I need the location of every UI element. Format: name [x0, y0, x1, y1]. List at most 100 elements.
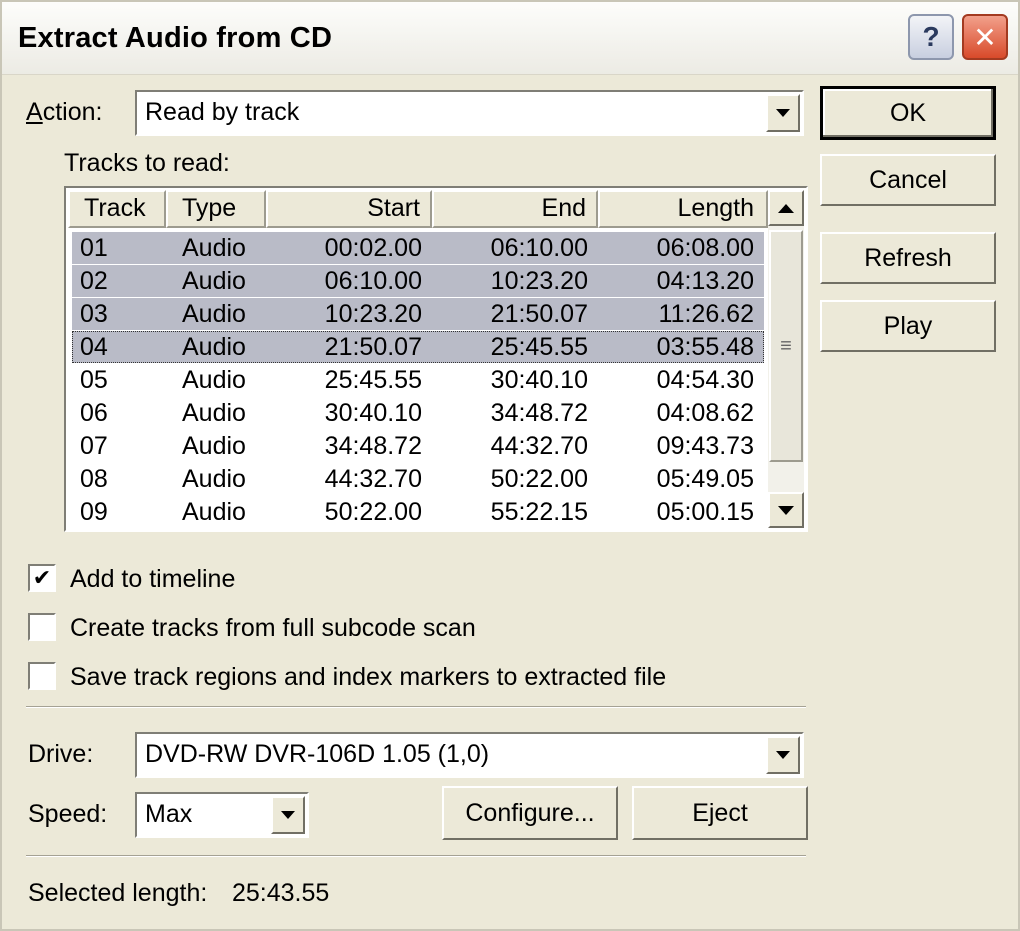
track-start: 06:10.00 — [324, 267, 422, 295]
scroll-down-button[interactable] — [768, 492, 804, 528]
track-type: Audio — [182, 234, 246, 262]
save-regions-checkbox[interactable] — [28, 662, 56, 690]
create-tracks-checkbox[interactable] — [28, 613, 56, 641]
drive-value: DVD-RW DVR-106D 1.05 (1,0) — [145, 740, 490, 768]
chevron-down-icon — [281, 811, 295, 819]
column-header-type[interactable]: Type — [166, 190, 266, 228]
track-start: 21:50.07 — [324, 333, 422, 361]
chevron-down-icon — [778, 505, 794, 515]
track-type: Audio — [182, 366, 246, 394]
track-end: 25:45.55 — [490, 333, 588, 361]
track-number: 07 — [80, 432, 108, 460]
column-header-start[interactable]: Start — [266, 190, 432, 228]
table-row[interactable]: 02 Audio 06:10.00 10:23.20 04:13.20 — [72, 265, 764, 297]
help-icon: ? — [922, 21, 940, 52]
action-value: Read by track — [145, 98, 300, 126]
track-length: 04:13.20 — [656, 267, 754, 295]
scroll-up-button[interactable] — [768, 190, 804, 226]
track-type: Audio — [182, 300, 246, 328]
help-button[interactable]: ? — [908, 14, 954, 60]
track-length: 05:49.05 — [656, 465, 754, 493]
tracks-to-read-label: Tracks to read: — [64, 149, 230, 177]
table-row[interactable]: 09 Audio 50:22.00 55:22.15 05:00.15 — [72, 496, 764, 528]
track-start: 44:32.70 — [324, 465, 422, 493]
track-number: 01 — [80, 234, 108, 262]
speed-combo[interactable]: Max — [135, 792, 309, 838]
table-row[interactable]: 04 Audio 21:50.07 25:45.55 03:55.48 — [72, 331, 764, 363]
close-button[interactable]: ✕ — [962, 14, 1008, 60]
refresh-button[interactable]: Refresh — [820, 232, 996, 284]
eject-button[interactable]: Eject — [632, 786, 808, 840]
scroll-thumb[interactable]: ≡ — [769, 230, 803, 462]
track-type: Audio — [182, 432, 246, 460]
create-tracks-label[interactable]: Create tracks from full subcode scan — [70, 614, 476, 643]
drive-combo[interactable]: DVD-RW DVR-106D 1.05 (1,0) — [135, 732, 804, 778]
action-label: Action: — [26, 98, 102, 127]
track-start: 25:45.55 — [324, 366, 422, 394]
play-button[interactable]: Play — [820, 300, 996, 352]
tracks-scrollbar[interactable]: ≡ — [768, 190, 804, 528]
selected-length-label: Selected length: — [28, 879, 208, 907]
table-row[interactable]: 08 Audio 44:32.70 50:22.00 05:49.05 — [72, 463, 764, 495]
track-length: 04:08.62 — [656, 399, 754, 427]
action-dropdown-button[interactable] — [766, 94, 800, 132]
table-row[interactable]: 05 Audio 25:45.55 30:40.10 04:54.30 — [72, 364, 764, 396]
chevron-up-icon — [778, 203, 794, 213]
track-start: 00:02.00 — [324, 234, 422, 262]
track-type: Audio — [182, 465, 246, 493]
table-row[interactable]: 03 Audio 10:23.20 21:50.07 11:26.62 — [72, 298, 764, 330]
track-type: Audio — [182, 399, 246, 427]
grip-icon: ≡ — [780, 334, 792, 357]
track-start: 50:22.00 — [324, 498, 422, 526]
track-number: 08 — [80, 465, 108, 493]
separator — [26, 855, 806, 857]
table-row[interactable]: 06 Audio 30:40.10 34:48.72 04:08.62 — [72, 397, 764, 429]
cancel-button[interactable]: Cancel — [820, 154, 996, 206]
tracks-list[interactable]: Track Type Start End Length 01 Audio 00:… — [64, 186, 808, 532]
close-icon: ✕ — [973, 21, 997, 53]
ok-button[interactable]: OK — [820, 86, 996, 140]
track-end: 34:48.72 — [490, 399, 588, 427]
save-regions-label[interactable]: Save track regions and index markers to … — [70, 663, 666, 692]
track-number: 03 — [80, 300, 108, 328]
action-label-mnemonic: A — [26, 98, 43, 126]
track-number: 04 — [80, 333, 108, 361]
checkmark-icon: ✔ — [32, 565, 52, 590]
track-length: 11:26.62 — [658, 300, 754, 328]
column-header-track[interactable]: Track — [68, 190, 166, 228]
track-length: 03:55.48 — [656, 333, 754, 361]
track-end: 50:22.00 — [490, 465, 588, 493]
track-end: 44:32.70 — [490, 432, 588, 460]
chevron-down-icon — [776, 751, 790, 759]
table-row[interactable]: 07 Audio 34:48.72 44:32.70 09:43.73 — [72, 430, 764, 462]
column-header-end[interactable]: End — [432, 190, 598, 228]
separator — [26, 706, 806, 708]
action-label-rest: ction: — [42, 98, 103, 126]
track-start: 34:48.72 — [324, 432, 422, 460]
table-row[interactable]: 01 Audio 00:02.00 06:10.00 06:08.00 — [72, 232, 764, 264]
configure-button[interactable]: Configure... — [442, 786, 618, 840]
speed-value: Max — [145, 800, 193, 828]
track-number: 09 — [80, 498, 108, 526]
track-end: 21:50.07 — [490, 300, 588, 328]
dialog-title: Extract Audio from CD — [18, 22, 333, 54]
track-length: 06:08.00 — [656, 234, 754, 262]
track-number: 02 — [80, 267, 108, 295]
drive-dropdown-button[interactable] — [766, 736, 800, 774]
track-length: 04:54.30 — [656, 366, 754, 394]
add-to-timeline-checkbox[interactable]: ✔ — [28, 564, 56, 592]
track-end: 30:40.10 — [490, 366, 588, 394]
drive-label: Drive: — [28, 740, 94, 768]
track-number: 06 — [80, 399, 108, 427]
track-number: 05 — [80, 366, 108, 394]
title-bar: Extract Audio from CD ? ✕ — [2, 2, 1018, 75]
track-start: 10:23.20 — [324, 300, 422, 328]
column-header-length[interactable]: Length — [598, 190, 768, 228]
action-combo[interactable]: Read by track — [135, 90, 804, 136]
track-type: Audio — [182, 333, 246, 361]
speed-label: Speed: — [28, 800, 108, 828]
add-to-timeline-label[interactable]: Add to timeline — [70, 565, 235, 594]
track-type: Audio — [182, 498, 246, 526]
track-type: Audio — [182, 267, 246, 295]
speed-dropdown-button[interactable] — [271, 796, 305, 834]
